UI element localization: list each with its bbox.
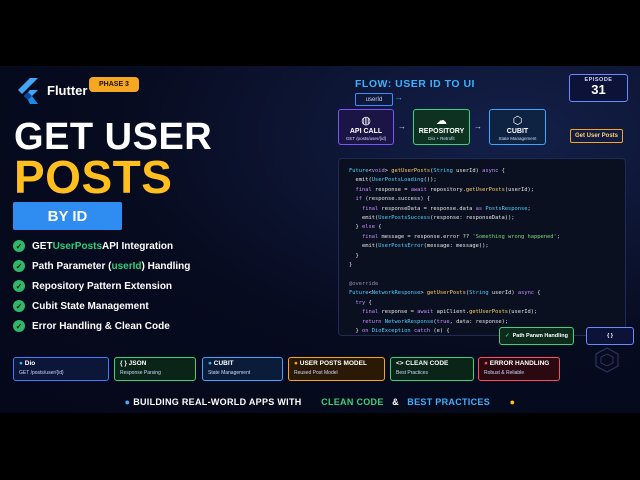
feature-item: ✓ Repository Pattern Extension [13,276,190,296]
cubit-card: ● CUBIT State Management [202,357,283,381]
api-call-box: ◍ API CALL GET /posts/user/{id} [338,109,394,145]
userid-input-chip: userId [355,93,393,106]
cubit-box: ⬡ CUBIT State Management [489,109,546,145]
error-handling-card: ● ERROR HANDLING Robust & Reliable [478,357,560,381]
feature-item: ✓ Error Handling & Clean Code [13,316,190,336]
cloud-icon: ☁ [436,115,447,127]
hexagon-icon [595,347,619,373]
title-line-2: POSTS [14,151,173,203]
feature-list: ✓ GET UserPosts API Integration ✓ Path Par… [13,236,190,336]
clean-code-card: <> CLEAN CODE Best Practices [390,357,474,381]
user-posts-model-card: ● USER POSTS MODEL Reused Post Model [288,357,385,381]
episode-badge: EPISODE 31 [569,74,628,102]
globe-icon: ◍ [361,115,371,127]
flutter-logo-icon [18,78,38,104]
dot-icon: ● [484,360,488,367]
check-icon: ✓ [13,260,25,272]
get-user-posts-button[interactable]: Get User Posts [570,129,624,143]
check-icon: ✓ [13,240,25,252]
feature-item: ✓ GET UserPosts API Integration [13,236,190,256]
code-snippet: Future<void> getUserPosts(String userId)… [338,158,626,336]
arrow-right-icon: → [398,122,406,131]
cube-icon: ⬡ [512,115,523,127]
check-icon: ✓ [13,280,25,292]
feature-item: ✓ Path Parameter (userId) Handling [13,256,190,276]
arrow-right-icon: → [474,122,482,131]
flow-title: FLOW: USER ID TO UI [355,78,475,90]
dot-icon: ● [124,397,131,407]
brand-name: Flutter [47,83,88,98]
dot-icon: ● [19,360,23,367]
dot-icon: ● [509,397,516,407]
feature-item: ✓ Cubit State Management [13,296,190,316]
thumbnail-frame: Flutter PHASE 3 GET USER POSTS BY ID ✓ GE… [0,66,640,413]
check-icon: ✓ [13,320,25,332]
repository-box: ☁ REPOSITORY Dio + Retrofit [413,109,470,145]
check-icon: ✓ [13,300,25,312]
by-id-badge: BY ID [13,202,122,230]
check-icon: ✓ [505,333,510,339]
arrow-right-icon: → [394,92,403,102]
dot-icon: ● [208,360,212,367]
phase-badge: PHASE 3 [89,77,139,92]
json-card: { } JSON Response Parsing [114,357,196,381]
footer-tagline: ● BUILDING REAL-WORLD APPS WITH CLEAN CO… [124,397,516,407]
dot-icon: ● [294,360,298,367]
path-param-tag: ✓ Path Param Handling [499,327,574,345]
braces-tag: { } [586,327,634,345]
dio-card: ● Dio GET /posts/user/{id} [13,357,109,381]
